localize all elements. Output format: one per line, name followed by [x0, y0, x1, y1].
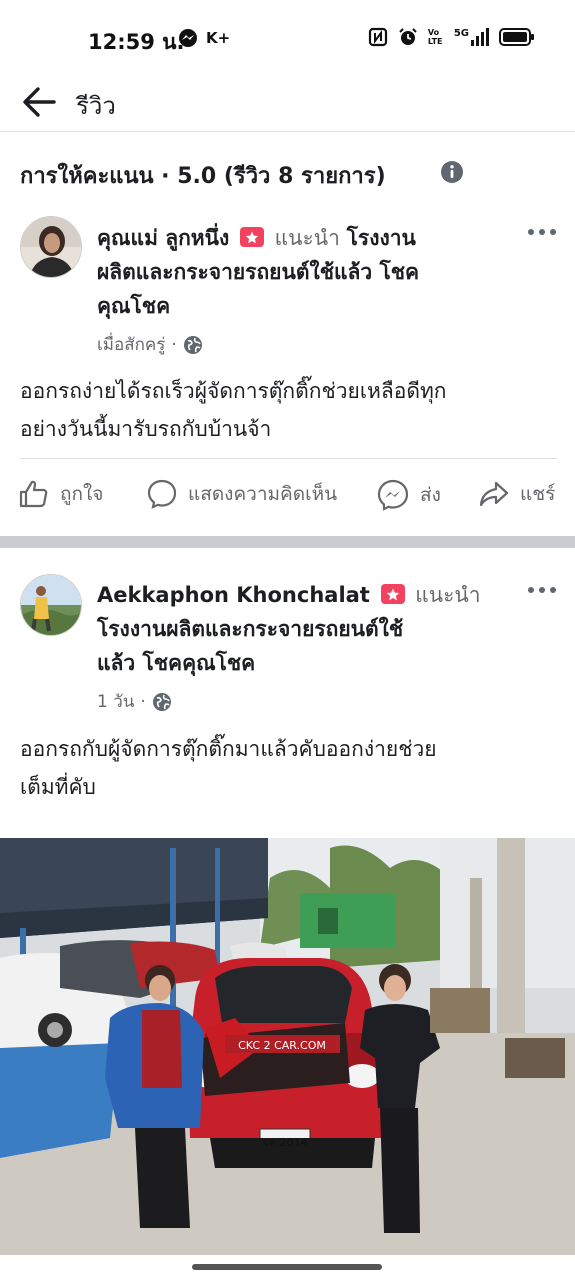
rating-summary: การให้คะแนน · 5.0 (รีวิว 8 รายการ) — [20, 164, 386, 189]
more-options-button[interactable] — [527, 580, 557, 596]
review-header-text: Aekkaphon Khonchalat แนะนำ โรงงานผลิตและ… — [97, 578, 481, 680]
alarm-icon — [399, 28, 417, 45]
more-icon — [528, 229, 556, 235]
home-indicator[interactable] — [192, 1264, 382, 1270]
globe-icon — [152, 692, 171, 711]
recommend-icon — [239, 227, 264, 247]
page-name[interactable]: โรงงาน — [347, 226, 416, 250]
review-photo[interactable]: CKC 2 CAR.COM จค 2014 — [0, 838, 575, 1255]
back-button[interactable] — [20, 82, 60, 122]
info-icon — [441, 161, 463, 183]
battery-icon — [499, 28, 534, 46]
like-label: ถูกใจ — [60, 483, 104, 505]
like-button[interactable]: ถูกใจ — [18, 478, 103, 510]
status-time: 12:59 น. — [88, 30, 185, 54]
divider — [20, 458, 557, 459]
recommend-icon — [380, 584, 405, 604]
share-label: แชร์ — [520, 483, 556, 505]
app-bar: รีวิว — [0, 76, 575, 132]
page-name-cont[interactable]: แล้ว โชคคุณโชค — [97, 646, 481, 680]
volte-icon: Vo LTE — [427, 28, 443, 46]
comment-button[interactable]: แสดงความคิดเห็น — [146, 478, 337, 510]
5g-signal-icon: 5G — [454, 28, 489, 46]
send-button[interactable]: ส่ง — [376, 478, 441, 512]
share-button[interactable]: แชร์ — [478, 478, 555, 510]
arrow-left-icon — [23, 87, 56, 117]
more-options-button[interactable] — [527, 222, 557, 238]
nfc-icon — [368, 27, 387, 47]
messenger-icon — [179, 29, 197, 47]
page-name-cont[interactable]: คุณโชค — [97, 289, 419, 323]
status-bar: 12:59 น. K+ Vo LTE 5G — [0, 0, 575, 76]
recommend-label: แนะนำ — [274, 226, 340, 250]
share-icon — [479, 481, 509, 507]
banner-text: CKC 2 CAR.COM — [238, 1039, 326, 1052]
avatar[interactable] — [20, 216, 82, 278]
recommend-label: แนะนำ — [415, 583, 481, 607]
review-header-text: คุณแม่ ลูกหนึ่ง แนะนำ โรงงาน ผลิตและกระจ… — [97, 221, 419, 323]
review-time[interactable]: เมื่อสักครู่ — [97, 331, 165, 358]
review-text: ออกรถง่ายได้รถเร็วผู้จัดการตุ๊กติ๊กช่วยเ… — [20, 379, 447, 441]
page-title: รีวิว — [76, 92, 116, 120]
page-name-cont[interactable]: ผลิตและกระจายรถยนต์ใช้แล้ว โชค — [97, 255, 419, 289]
comment-icon — [147, 479, 177, 509]
more-icon — [528, 587, 556, 593]
review-meta: เมื่อสักครู่ · — [97, 331, 203, 358]
globe-icon — [183, 335, 202, 354]
section-separator — [0, 536, 575, 548]
carrier-label: K+ — [206, 29, 231, 47]
review-text: ออกรถกับผู้จัดการตุ๊กติ๊กมาแล้วคับออกง่า… — [20, 737, 437, 799]
comment-label: แสดงความคิดเห็น — [188, 483, 338, 505]
page-name[interactable]: โรงงานผลิตและกระจายรถยนต์ใช้ — [97, 612, 481, 646]
avatar[interactable] — [20, 574, 82, 636]
messenger-icon — [377, 479, 409, 511]
review-actions: ถูกใจ แสดงความคิดเห็น ส่ง แชร์ — [0, 472, 575, 520]
plate-text: จค 2014 — [262, 1136, 307, 1149]
send-label: ส่ง — [420, 484, 441, 506]
info-button[interactable] — [440, 160, 464, 184]
reviewer-name[interactable]: คุณแม่ ลูกหนึ่ง — [97, 226, 229, 250]
review-time[interactable]: 1 วัน — [97, 688, 134, 715]
reviewer-name[interactable]: Aekkaphon Khonchalat — [97, 583, 370, 607]
review-meta: 1 วัน · — [97, 688, 172, 715]
thumbs-up-icon — [19, 480, 48, 508]
